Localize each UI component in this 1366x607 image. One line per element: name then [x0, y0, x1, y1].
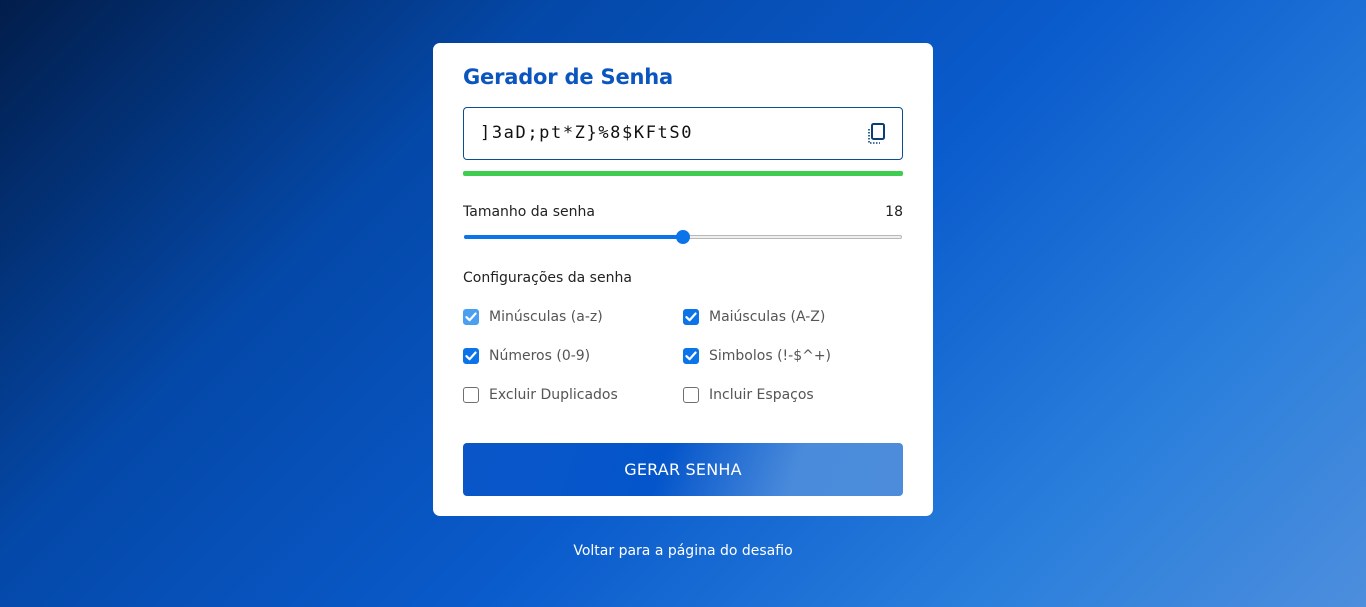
- option-label: Incluir Espaços: [709, 387, 814, 403]
- option-exclude-duplicates[interactable]: Excluir Duplicados: [463, 386, 618, 404]
- password-generator-card: Gerador de Senha ]3aD;pt*Z}%8$KFtS0 Tama…: [433, 43, 933, 516]
- checkbox-symbols[interactable]: [683, 348, 699, 364]
- length-value: 18: [885, 204, 903, 220]
- checkbox-uppercase[interactable]: [683, 309, 699, 325]
- length-label: Tamanho da senha: [463, 204, 595, 220]
- option-label: Excluir Duplicados: [489, 387, 618, 403]
- back-to-challenge-link[interactable]: Voltar para a página do desafio: [0, 543, 1366, 559]
- settings-label: Configurações da senha: [463, 270, 632, 286]
- option-lowercase[interactable]: Minúsculas (a-z): [463, 308, 603, 326]
- checkbox-lowercase[interactable]: [463, 309, 479, 325]
- checkbox-numbers[interactable]: [463, 348, 479, 364]
- option-include-spaces[interactable]: Incluir Espaços: [683, 386, 814, 404]
- option-label: Maiúsculas (A-Z): [709, 309, 826, 325]
- checkbox-exclude-duplicates[interactable]: [463, 387, 479, 403]
- option-label: Números (0-9): [489, 348, 591, 364]
- slider-fill: [464, 235, 683, 239]
- password-strength-bar: [463, 171, 903, 176]
- password-value: ]3aD;pt*Z}%8$KFtS0: [480, 123, 694, 143]
- length-slider[interactable]: [463, 230, 903, 244]
- option-uppercase[interactable]: Maiúsculas (A-Z): [683, 308, 825, 326]
- password-display[interactable]: ]3aD;pt*Z}%8$KFtS0: [463, 107, 903, 160]
- option-label: Minúsculas (a-z): [489, 309, 603, 325]
- option-symbols[interactable]: Simbolos (!-$^+): [683, 347, 831, 365]
- option-numbers[interactable]: Números (0-9): [463, 347, 590, 365]
- page-title: Gerador de Senha: [463, 65, 673, 89]
- checkbox-include-spaces[interactable]: [683, 387, 699, 403]
- slider-thumb[interactable]: [676, 230, 690, 244]
- generate-password-button[interactable]: GERAR SENHA: [463, 443, 903, 496]
- password-strength-fill: [463, 171, 903, 176]
- option-label: Simbolos (!-$^+): [709, 348, 832, 364]
- copy-icon[interactable]: [866, 122, 888, 146]
